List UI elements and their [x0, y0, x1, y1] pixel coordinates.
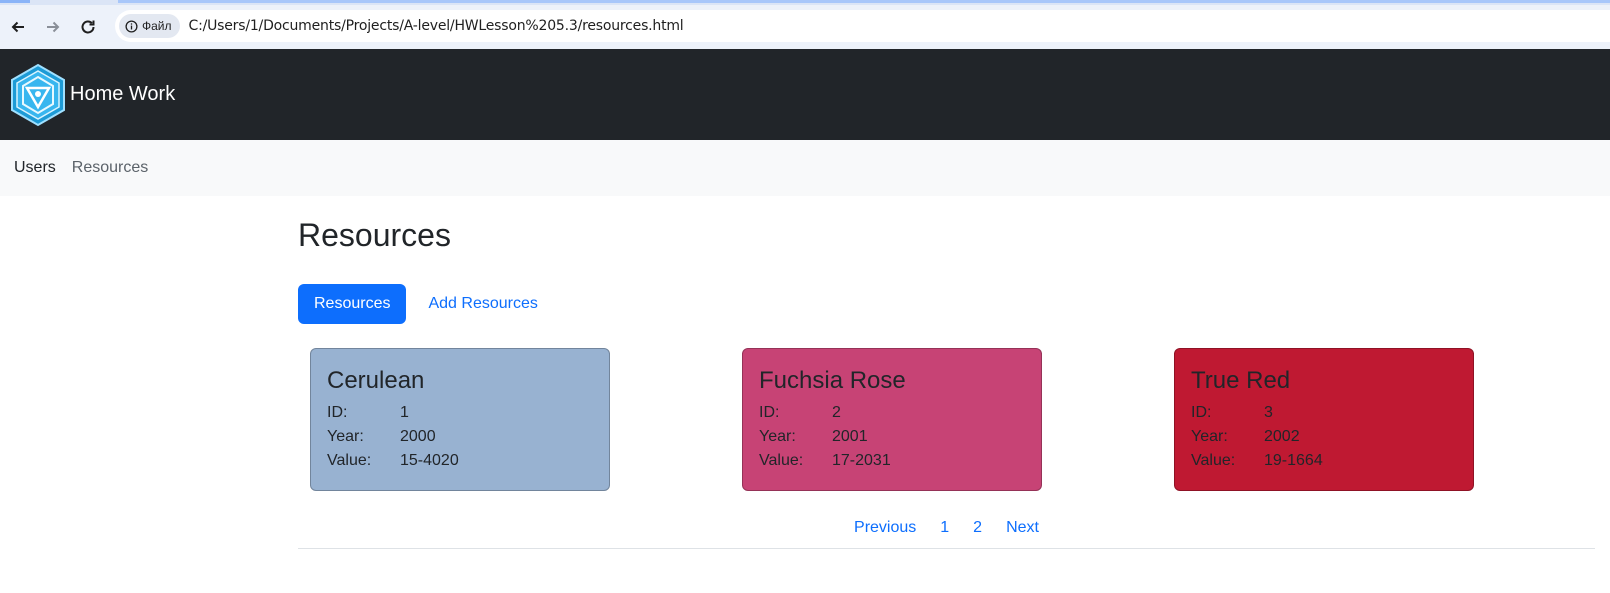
resource-card-title: Fuchsia Rose: [759, 367, 906, 394]
pagination-page-1[interactable]: 1: [928, 513, 961, 543]
id-label: ID:: [1191, 404, 1212, 421]
reload-icon: [81, 20, 95, 34]
pagination: Previous 1 2 Next: [298, 513, 1595, 543]
year-label: Year:: [1191, 428, 1228, 445]
year-label: Year:: [327, 428, 364, 445]
tab-resources[interactable]: Resources: [298, 284, 407, 324]
pagination-next[interactable]: Next: [994, 513, 1051, 543]
value-label: Value:: [1191, 452, 1236, 469]
year-label: Year:: [759, 428, 796, 445]
id-value: 1: [400, 404, 409, 421]
info-icon: [125, 19, 138, 33]
resource-cards: Cerulean ID: 1 Year: 2000 Value: 15-4020 Fu…: [298, 348, 1595, 491]
resource-card-fuchsia-rose[interactable]: Fuchsia Rose ID: 2 Year: 2001 Value: 17-203…: [742, 348, 1042, 491]
resource-card-cerulean[interactable]: Cerulean ID: 1 Year: 2000 Value: 15-4020: [310, 348, 610, 491]
resource-value-row: Value: 15-4020: [327, 449, 593, 473]
resource-card-title: Cerulean: [327, 367, 425, 394]
back-button[interactable]: [1, 10, 35, 44]
resource-value-row: Value: 17-2031: [759, 449, 1025, 473]
resource-id-row: ID: 1: [327, 401, 593, 425]
year-value: 2002: [1264, 428, 1300, 445]
id-label: ID:: [759, 404, 780, 421]
forward-arrow-icon: [47, 21, 60, 33]
address-bar[interactable]: Файл C:/Users/1/Documents/Projects/A-lev…: [115, 10, 1610, 42]
value-value: 15-4020: [400, 452, 459, 469]
resource-value-row: Value: 19-1664: [1191, 449, 1457, 473]
main-content: Resources Resources Add Resources Cerule…: [298, 196, 1595, 549]
site-chip-label: Файл: [142, 19, 172, 33]
year-value: 2000: [400, 428, 436, 445]
value-label: Value:: [759, 452, 804, 469]
pagination-page-2[interactable]: 2: [961, 513, 994, 543]
id-label: ID:: [327, 404, 348, 421]
resource-tabs: Resources Add Resources: [298, 284, 1595, 324]
resource-id-row: ID: 2: [759, 401, 1025, 425]
browser-toolbar: Файл C:/Users/1/Documents/Projects/A-lev…: [0, 5, 1610, 49]
url-text[interactable]: C:/Users/1/Documents/Projects/A-level/HW…: [189, 18, 684, 34]
resource-card-title: True Red: [1191, 367, 1291, 394]
resource-year-row: Year: 2000: [327, 425, 593, 449]
nav-link-resources[interactable]: Resources: [72, 159, 148, 177]
reload-button[interactable]: [71, 10, 105, 44]
year-value: 2001: [832, 428, 868, 445]
sub-navigation: Users Resources: [0, 140, 1610, 196]
resource-card-true-red[interactable]: True Red ID: 3 Year: 2002 Value: 19-1664: [1174, 348, 1474, 491]
site-info-chip[interactable]: Файл: [119, 14, 180, 38]
tab-add-resources[interactable]: Add Resources: [412, 284, 553, 324]
forward-button[interactable]: [36, 10, 70, 44]
brand-title[interactable]: Home Work: [70, 83, 175, 106]
page-title: Resources: [298, 217, 451, 253]
resource-year-row: Year: 2002: [1191, 425, 1457, 449]
value-label: Value:: [327, 452, 372, 469]
active-tab-indicator: [0, 0, 30, 3]
tab-strip-highlight: [118, 0, 1610, 3]
id-value: 3: [1264, 404, 1273, 421]
resource-id-row: ID: 3: [1191, 401, 1457, 425]
back-arrow-icon: [11, 21, 24, 33]
value-value: 19-1664: [1264, 452, 1323, 469]
navbar: Home Work: [0, 49, 1610, 140]
resource-year-row: Year: 2001: [759, 425, 1025, 449]
id-value: 2: [832, 404, 841, 421]
brand-logo-icon[interactable]: [9, 63, 67, 127]
pagination-previous[interactable]: Previous: [842, 513, 928, 543]
nav-link-users[interactable]: Users: [14, 159, 56, 177]
divider: [298, 548, 1595, 549]
value-value: 17-2031: [832, 452, 891, 469]
